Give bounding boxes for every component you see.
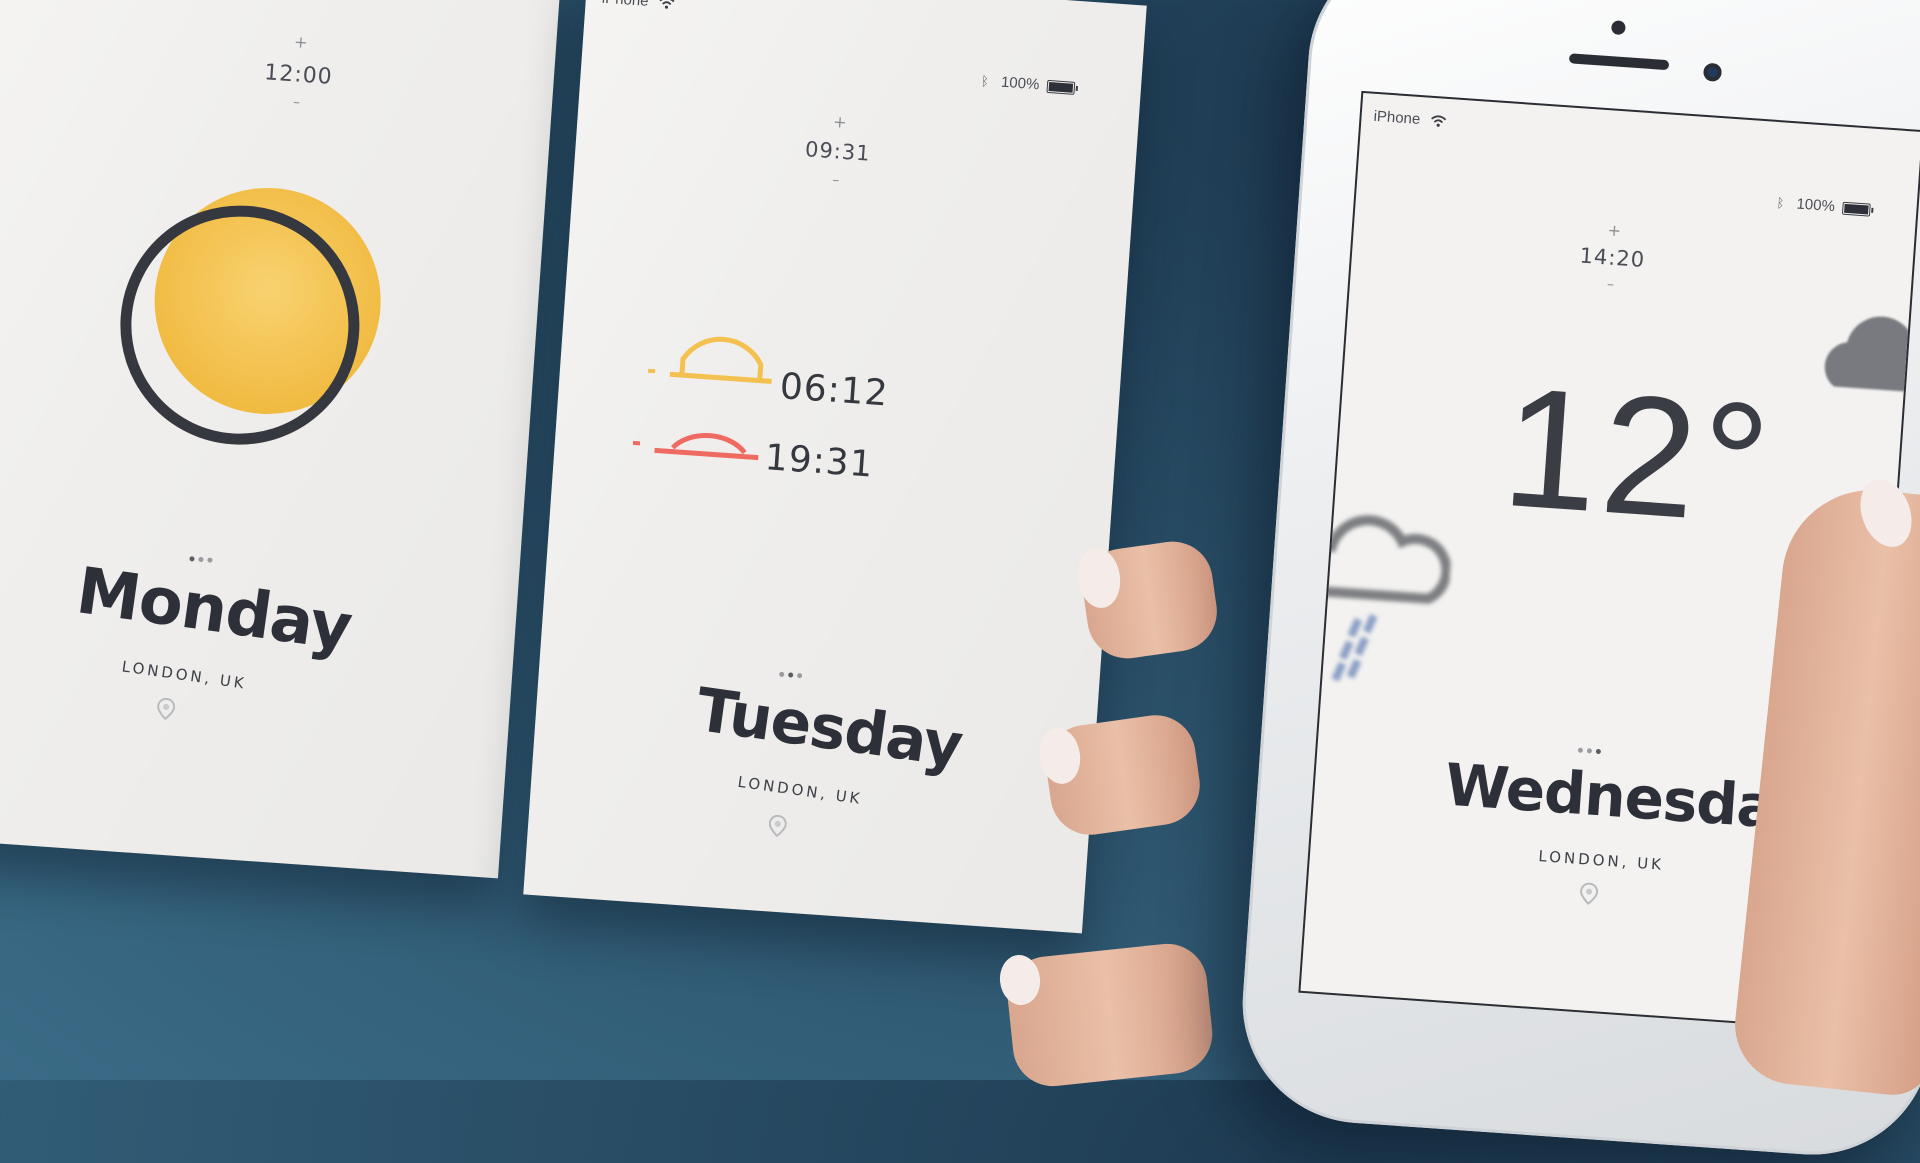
location-label: LONDON, UK [1537,847,1665,874]
time-decrement[interactable]: – [815,171,856,190]
carrier-label: iPhone [601,0,675,12]
sunrise-icon [647,336,772,384]
day-label: Tuesday [692,675,967,782]
cloud-rain-icon [1299,515,1452,682]
earpiece-speaker [1568,53,1670,71]
time-display: 14:20 [1578,243,1646,273]
time-decrement[interactable]: – [1590,275,1631,294]
finger [1003,939,1217,1091]
status-right: ᛒ 100% [1776,194,1871,217]
front-camera [1610,20,1626,36]
sunset-time: 19:31 [763,437,875,486]
proximity-sensor [1702,62,1723,82]
time-increment[interactable]: + [280,31,321,53]
time-display: 09:31 [804,137,872,166]
wifi-icon [659,0,675,9]
page-indicator [189,556,213,563]
carrier-label: iPhone [1373,108,1447,130]
status-right: ᛒ 100% [981,72,1075,95]
location-label: LONDON, UK [120,657,248,693]
sunrise-time: 06:12 [778,366,890,415]
battery-icon [1045,79,1075,95]
sun-icon [120,187,381,445]
wifi-icon [1430,115,1447,127]
battery-icon [1841,201,1871,217]
location-pin-icon [157,697,176,721]
location-pin-icon [1580,882,1599,905]
location-pin-icon [768,814,787,838]
day-label: Monday [72,554,356,666]
page-indicator [779,671,803,679]
time-display: 12:00 [263,60,334,90]
monday-card: + 12:00 – Monday LONDON, UK [0,0,561,879]
time-increment[interactable]: + [1594,219,1635,241]
time-decrement[interactable]: – [276,93,317,112]
bluetooth-icon: ᛒ [1776,195,1785,211]
bluetooth-icon: ᛒ [980,73,990,89]
page-indicator [1577,747,1602,755]
temperature-display: 12° [1497,351,1779,561]
location-label: LONDON, UK [736,772,864,809]
time-increment[interactable]: + [819,111,860,133]
cloud-icon [1824,316,1920,395]
sunset-icon [632,433,759,461]
